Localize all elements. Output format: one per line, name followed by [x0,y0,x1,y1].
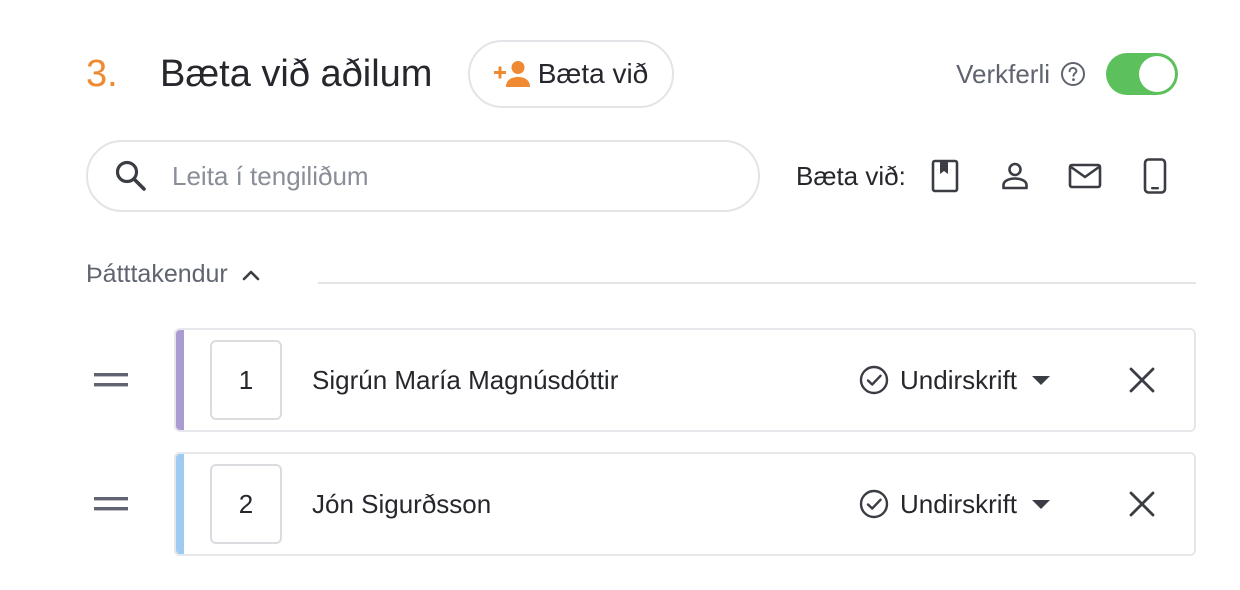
close-icon[interactable] [1126,364,1158,396]
chevron-up-icon [242,270,260,280]
participant-color-stripe [176,330,184,430]
email-icon[interactable] [1068,157,1102,195]
role-dropdown[interactable]: Undirskrift [858,484,1051,524]
participants-label: Þátttakendur [86,260,228,288]
mobile-phone-icon[interactable] [1138,157,1172,195]
role-dropdown[interactable]: Undirskrift [858,360,1051,400]
toggle-knob [1139,56,1175,92]
section-divider [318,282,1196,284]
participants-toggle[interactable]: Þátttakendur [86,260,260,289]
workflow-toggle[interactable] [1106,53,1178,95]
help-icon[interactable] [1060,61,1086,87]
contacts-book-icon[interactable] [928,157,962,195]
add-via-toolbar: Bæta við: [796,150,1172,202]
signing-order-field[interactable]: 2 [210,464,282,544]
participant-name: Jón Sigurðsson [312,489,492,519]
step-number: 3. [86,53,118,95]
page-title: Bæta við aðilum [160,53,433,95]
participant-name: Sigrún María Magnúsdóttir [312,365,619,395]
check-circle-icon [859,365,889,395]
workflow-control: Verkferli [956,48,1178,100]
participant-row: 2 Jón Sigurðsson Undirskrift [0,452,1240,556]
signing-order-field[interactable]: 1 [210,340,282,420]
page: 3. Bæta við aðilum Bæta við Verkferli Bæ… [0,0,1240,590]
contact-search [86,140,760,212]
participant-row: 1 Sigrún María Magnúsdóttir Undirskrift [0,328,1240,432]
drag-handle-icon[interactable] [94,372,128,388]
role-label: Undirskrift [900,364,1018,395]
add-via-label: Bæta við: [796,160,906,191]
participant-color-stripe [176,454,184,554]
add-participant-button[interactable]: Bæta við [468,40,674,108]
person-add-icon [493,61,530,87]
search-input[interactable] [170,159,714,193]
caret-down-icon [1032,500,1051,509]
check-circle-icon [859,489,889,519]
participant-card: 2 Jón Sigurðsson Undirskrift [174,452,1196,556]
role-label: Undirskrift [900,488,1018,519]
participant-card: 1 Sigrún María Magnúsdóttir Undirskrift [174,328,1196,432]
caret-down-icon [1032,376,1051,385]
person-icon[interactable] [998,157,1032,195]
add-participant-label: Bæta við [537,58,649,89]
drag-handle-icon[interactable] [94,496,128,512]
workflow-label: Verkferli [956,58,1050,89]
close-icon[interactable] [1126,488,1158,520]
search-icon [115,160,146,191]
